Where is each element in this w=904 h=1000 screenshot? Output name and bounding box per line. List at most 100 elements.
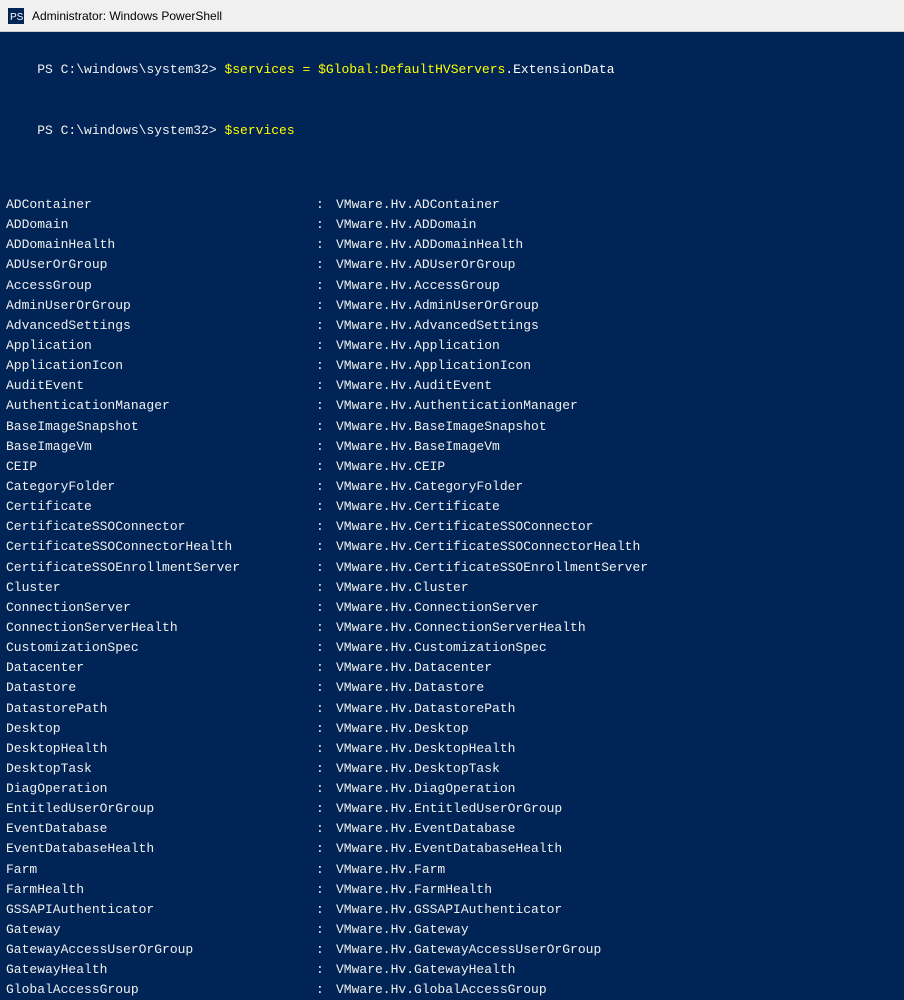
- separator: :: [316, 719, 336, 739]
- table-row: CertificateSSOEnrollmentServer: VMware.H…: [6, 558, 896, 578]
- service-name: ADContainer: [6, 195, 316, 215]
- separator: :: [316, 658, 336, 678]
- service-value: VMware.Hv.ADDomain: [336, 215, 476, 235]
- separator: :: [316, 537, 336, 557]
- separator: :: [316, 235, 336, 255]
- service-name: CertificateSSOConnectorHealth: [6, 537, 316, 557]
- separator: :: [316, 578, 336, 598]
- service-name: BaseImageSnapshot: [6, 417, 316, 437]
- service-value: VMware.Hv.CustomizationSpec: [336, 638, 547, 658]
- service-value: VMware.Hv.Farm: [336, 860, 445, 880]
- separator: :: [316, 839, 336, 859]
- table-row: ApplicationIcon: VMware.Hv.ApplicationIc…: [6, 356, 896, 376]
- service-name: ADUserOrGroup: [6, 255, 316, 275]
- service-value: VMware.Hv.AuthenticationManager: [336, 396, 578, 416]
- service-value: VMware.Hv.DesktopHealth: [336, 739, 515, 759]
- service-name: Cluster: [6, 578, 316, 598]
- separator: :: [316, 497, 336, 517]
- separator: :: [316, 900, 336, 920]
- separator: :: [316, 437, 336, 457]
- service-name: BaseImageVm: [6, 437, 316, 457]
- service-value: VMware.Hv.DatastorePath: [336, 699, 515, 719]
- table-row: Datastore: VMware.Hv.Datastore: [6, 678, 896, 698]
- separator: :: [316, 819, 336, 839]
- service-value: VMware.Hv.AuditEvent: [336, 376, 492, 396]
- table-row: FarmHealth: VMware.Hv.FarmHealth: [6, 880, 896, 900]
- table-row: AuthenticationManager: VMware.Hv.Authent…: [6, 396, 896, 416]
- separator: :: [316, 598, 336, 618]
- separator: :: [316, 678, 336, 698]
- service-value: VMware.Hv.Gateway: [336, 920, 469, 940]
- table-row: CategoryFolder: VMware.Hv.CategoryFolder: [6, 477, 896, 497]
- service-value: VMware.Hv.ADContainer: [336, 195, 500, 215]
- table-row: BaseImageSnapshot: VMware.Hv.BaseImageSn…: [6, 417, 896, 437]
- command-var: $services = $Global:DefaultHVServers: [224, 62, 505, 77]
- service-name: FarmHealth: [6, 880, 316, 900]
- separator: :: [316, 638, 336, 658]
- output-blank: [6, 169, 896, 189]
- separator: :: [316, 477, 336, 497]
- table-row: ADDomain: VMware.Hv.ADDomain: [6, 215, 896, 235]
- table-row: CustomizationSpec: VMware.Hv.Customizati…: [6, 638, 896, 658]
- table-row: Desktop: VMware.Hv.Desktop: [6, 719, 896, 739]
- service-name: CategoryFolder: [6, 477, 316, 497]
- table-row: GlobalAccessGroup: VMware.Hv.GlobalAcces…: [6, 980, 896, 1000]
- table-row: ADDomainHealth: VMware.Hv.ADDomainHealth: [6, 235, 896, 255]
- command-line-1: PS C:\windows\system32> $services = $Glo…: [6, 40, 896, 100]
- service-value: VMware.Hv.FarmHealth: [336, 880, 492, 900]
- service-value: VMware.Hv.Datacenter: [336, 658, 492, 678]
- table-row: EventDatabase: VMware.Hv.EventDatabase: [6, 819, 896, 839]
- service-name: EntitledUserOrGroup: [6, 799, 316, 819]
- table-row: GSSAPIAuthenticator: VMware.Hv.GSSAPIAut…: [6, 900, 896, 920]
- table-row: ConnectionServer: VMware.Hv.ConnectionSe…: [6, 598, 896, 618]
- service-name: EventDatabase: [6, 819, 316, 839]
- service-value: VMware.Hv.AdminUserOrGroup: [336, 296, 539, 316]
- console-window[interactable]: PS C:\windows\system32> $services = $Glo…: [0, 32, 904, 1000]
- separator: :: [316, 396, 336, 416]
- svg-text:PS: PS: [10, 12, 24, 23]
- service-name: DiagOperation: [6, 779, 316, 799]
- service-value: VMware.Hv.AdvancedSettings: [336, 316, 539, 336]
- service-value: VMware.Hv.ConnectionServerHealth: [336, 618, 586, 638]
- service-name: CertificateSSOEnrollmentServer: [6, 558, 316, 578]
- service-value: VMware.Hv.CategoryFolder: [336, 477, 523, 497]
- service-value: VMware.Hv.CertificateSSOConnectorHealth: [336, 537, 640, 557]
- table-row: AdminUserOrGroup: VMware.Hv.AdminUserOrG…: [6, 296, 896, 316]
- separator: :: [316, 195, 336, 215]
- separator: :: [316, 699, 336, 719]
- service-name: Datastore: [6, 678, 316, 698]
- service-name: Desktop: [6, 719, 316, 739]
- separator: :: [316, 457, 336, 477]
- service-name: DesktopHealth: [6, 739, 316, 759]
- service-value: VMware.Hv.GlobalAccessGroup: [336, 980, 547, 1000]
- service-value: VMware.Hv.ConnectionServer: [336, 598, 539, 618]
- service-value: VMware.Hv.CEIP: [336, 457, 445, 477]
- table-row: Farm: VMware.Hv.Farm: [6, 860, 896, 880]
- service-value: VMware.Hv.Datastore: [336, 678, 484, 698]
- service-name: Application: [6, 336, 316, 356]
- table-row: Datacenter: VMware.Hv.Datacenter: [6, 658, 896, 678]
- service-value: VMware.Hv.EntitledUserOrGroup: [336, 799, 562, 819]
- service-name: GatewayHealth: [6, 960, 316, 980]
- separator: :: [316, 920, 336, 940]
- service-value: VMware.Hv.BaseImageVm: [336, 437, 500, 457]
- service-name: AdminUserOrGroup: [6, 296, 316, 316]
- separator: :: [316, 940, 336, 960]
- service-name: Gateway: [6, 920, 316, 940]
- service-value: VMware.Hv.BaseImageSnapshot: [336, 417, 547, 437]
- service-value: VMware.Hv.CertificateSSOEnrollmentServer: [336, 558, 648, 578]
- service-name: ApplicationIcon: [6, 356, 316, 376]
- service-name: AdvancedSettings: [6, 316, 316, 336]
- window-title: Administrator: Windows PowerShell: [32, 9, 222, 23]
- service-name: DatastorePath: [6, 699, 316, 719]
- table-row: DiagOperation: VMware.Hv.DiagOperation: [6, 779, 896, 799]
- prompt-1: PS C:\windows\system32>: [37, 62, 224, 77]
- service-name: GlobalAccessGroup: [6, 980, 316, 1000]
- table-row: ADUserOrGroup: VMware.Hv.ADUserOrGroup: [6, 255, 896, 275]
- service-name: ADDomain: [6, 215, 316, 235]
- service-value: VMware.Hv.Desktop: [336, 719, 469, 739]
- service-name: CertificateSSOConnector: [6, 517, 316, 537]
- service-name: CEIP: [6, 457, 316, 477]
- separator: :: [316, 517, 336, 537]
- command-services: $services: [224, 123, 294, 138]
